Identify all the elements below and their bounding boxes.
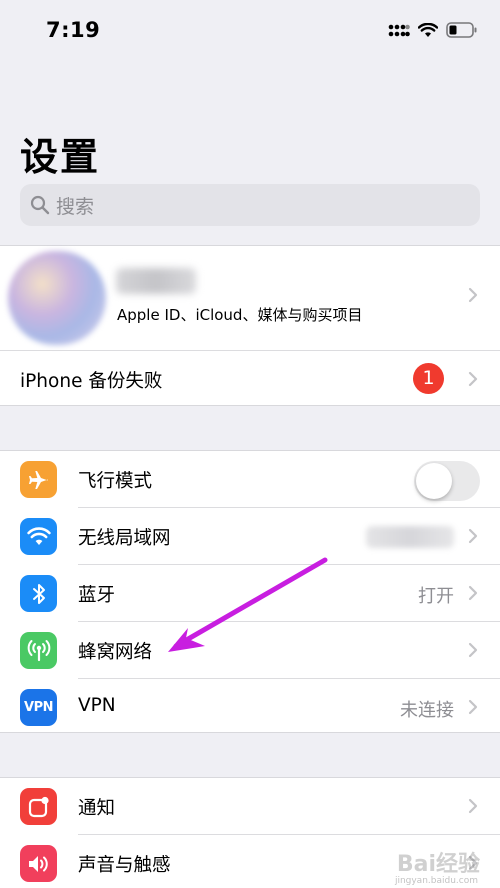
backup-label: iPhone 备份失败 [20,371,163,392]
search-placeholder: 搜索 [56,195,95,218]
wifi-label: 无线局域网 [78,528,171,549]
chevron-right-icon [468,585,478,601]
sounds-haptics-label: 声音与触感 [78,855,171,876]
avatar [8,251,106,345]
profile-name-blurred [116,268,196,294]
connectivity-group: 飞行模式 无线局域网 蓝牙 打开 蜂窝网络 VPN VPN 未连接 [0,450,500,733]
toggle-knob [416,463,452,499]
notification-icon [20,788,57,825]
vpn-row[interactable]: VPN VPN 未连接 [0,679,500,735]
chevron-right-icon [468,699,478,715]
notifications-row[interactable]: 通知 [0,778,500,834]
cellular-label: 蜂窝网络 [78,642,153,663]
apple-id-row[interactable]: Apple ID、iCloud、媒体与购买项目 [0,246,500,350]
airplane-mode-toggle[interactable] [414,461,480,501]
profile-group: Apple ID、iCloud、媒体与购买项目 iPhone 备份失败 1 [0,245,500,406]
bluetooth-icon [20,575,57,612]
chevron-right-icon [468,798,478,814]
search-icon [30,195,50,215]
sound-icon [20,845,57,882]
page-title: 设置 [20,135,101,179]
status-time: 7:19 [46,18,101,42]
chevron-right-icon [468,287,478,303]
chevron-right-icon [468,642,478,658]
cellular-icon [20,632,57,669]
notifications-label: 通知 [78,798,116,819]
chevron-right-icon [468,371,478,387]
cellular-row[interactable]: 蜂窝网络 [0,622,500,678]
wifi-network-name-blurred [366,526,454,548]
airplane-icon [20,461,57,498]
bluetooth-row[interactable]: 蓝牙 打开 [0,565,500,621]
bluetooth-label: 蓝牙 [78,585,116,606]
airplane-mode-row: 飞行模式 [0,451,500,507]
profile-subtitle: Apple ID、iCloud、媒体与购买项目 [117,306,363,324]
notification-badge: 1 [413,363,444,394]
status-bar: 7:19 [0,0,500,60]
wifi-status-icon [418,22,438,37]
watermark-logo: Bai经验 [396,852,480,877]
wifi-icon [20,518,57,555]
search-input[interactable]: 搜索 [20,184,480,226]
status-icons [388,22,478,38]
signal-icon [388,24,410,37]
backup-failed-row[interactable]: iPhone 备份失败 1 [0,350,500,407]
chevron-right-icon [468,528,478,544]
battery-icon [446,22,477,38]
airplane-mode-label: 飞行模式 [78,471,153,492]
vpn-icon: VPN [20,689,57,726]
wifi-row[interactable]: 无线局域网 [0,508,500,564]
bluetooth-status: 打开 [418,586,454,607]
vpn-status: 未连接 [400,700,454,721]
watermark-url: jingyan.baidu.com [394,876,478,886]
vpn-label: VPN [78,695,116,716]
